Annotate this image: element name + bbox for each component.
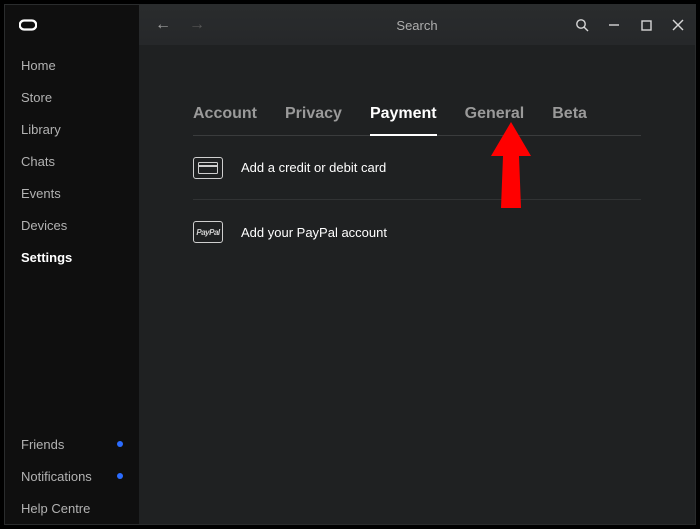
sidebar-spacer [5, 273, 139, 428]
tab-payment[interactable]: Payment [370, 105, 437, 123]
sidebar-item-label: Help Centre [21, 501, 90, 516]
sidebar-nav: Home Store Library Chats Events Devices … [5, 45, 139, 273]
sidebar-item-notifications[interactable]: Notifications [5, 460, 139, 492]
search-icon[interactable] [575, 18, 589, 32]
app-frame: Home Store Library Chats Events Devices … [4, 4, 696, 525]
add-paypal-label: Add your PayPal account [241, 225, 387, 240]
add-paypal-option[interactable]: PayPal Add your PayPal account [193, 200, 641, 264]
sidebar-item-store[interactable]: Store [5, 81, 139, 113]
tab-privacy[interactable]: Privacy [285, 105, 342, 123]
forward-arrow-icon[interactable]: → [189, 16, 205, 34]
sidebar-item-label: Devices [21, 218, 67, 233]
sidebar-bottom-nav: Friends Notifications Help Centre [5, 428, 139, 524]
sidebar-item-label: Friends [21, 437, 64, 452]
tab-general[interactable]: General [465, 105, 525, 123]
notification-dot [117, 441, 123, 447]
sidebar-item-label: Settings [21, 250, 72, 265]
tab-beta[interactable]: Beta [552, 105, 587, 123]
sidebar-item-events[interactable]: Events [5, 177, 139, 209]
oculus-logo [5, 5, 139, 45]
minimize-icon[interactable] [607, 18, 621, 32]
sidebar: Home Store Library Chats Events Devices … [5, 5, 139, 524]
sidebar-item-home[interactable]: Home [5, 49, 139, 81]
search-input[interactable]: Search [396, 18, 437, 33]
add-card-option[interactable]: Add a credit or debit card [193, 136, 641, 200]
maximize-icon[interactable] [639, 18, 653, 32]
settings-tabs: Account Privacy Payment General Beta [193, 105, 641, 136]
add-card-label: Add a credit or debit card [241, 160, 386, 175]
window-controls [575, 18, 685, 32]
sidebar-item-label: Notifications [21, 469, 92, 484]
sidebar-item-settings[interactable]: Settings [5, 241, 139, 273]
nav-arrows: ← → [149, 16, 205, 34]
sidebar-item-friends[interactable]: Friends [5, 428, 139, 460]
main-area: ← → Search Account [139, 5, 695, 524]
sidebar-item-label: Store [21, 90, 52, 105]
credit-card-icon [193, 157, 223, 179]
sidebar-item-label: Events [21, 186, 61, 201]
sidebar-item-label: Chats [21, 154, 55, 169]
back-arrow-icon[interactable]: ← [155, 16, 171, 34]
tab-account[interactable]: Account [193, 105, 257, 123]
sidebar-item-library[interactable]: Library [5, 113, 139, 145]
sidebar-item-help-centre[interactable]: Help Centre [5, 492, 139, 524]
topbar: ← → Search [139, 5, 695, 45]
sidebar-item-chats[interactable]: Chats [5, 145, 139, 177]
sidebar-item-label: Library [21, 122, 61, 137]
content: Account Privacy Payment General Beta Add… [139, 45, 695, 264]
sidebar-item-devices[interactable]: Devices [5, 209, 139, 241]
paypal-icon: PayPal [193, 221, 223, 243]
notification-dot [117, 473, 123, 479]
close-icon[interactable] [671, 18, 685, 32]
sidebar-item-label: Home [21, 58, 56, 73]
